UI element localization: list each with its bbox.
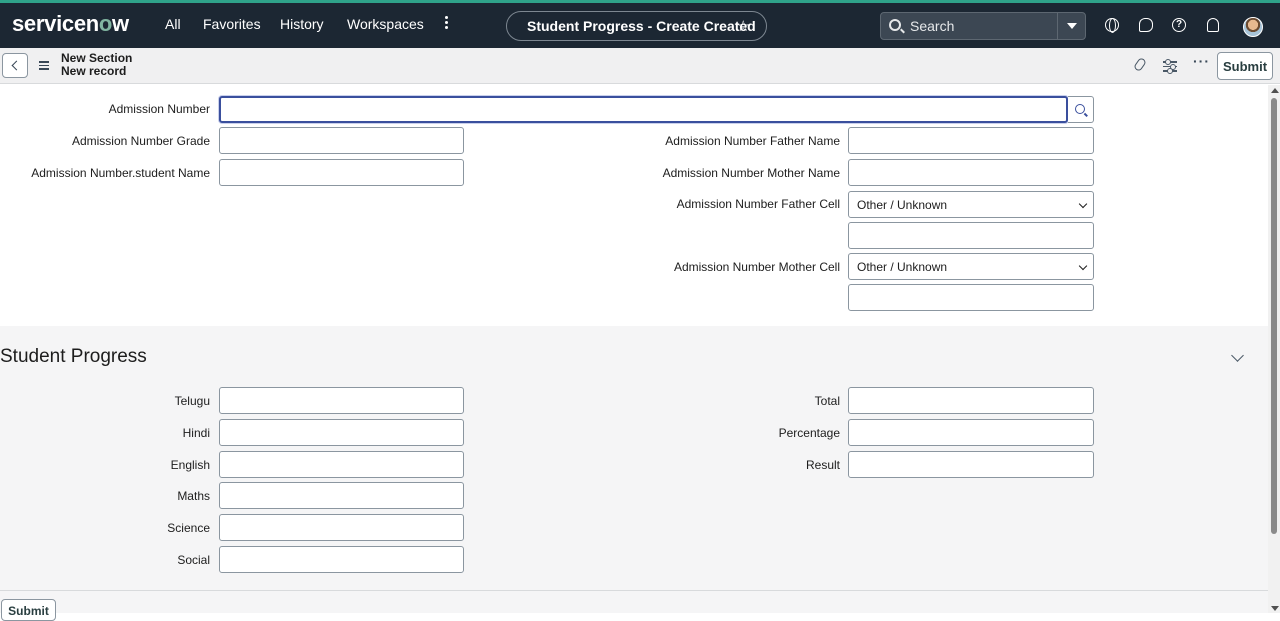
collapse-chevron-icon[interactable]: [1231, 349, 1244, 362]
global-search[interactable]: Search: [880, 12, 1086, 40]
student-progress-section: Student Progress Telugu Hindi English Ma…: [0, 326, 1268, 621]
servicenow-logo[interactable]: servicenow: [12, 11, 129, 37]
paperclip-icon[interactable]: [1132, 56, 1148, 73]
grade-input[interactable]: [219, 127, 464, 154]
admission-number-input[interactable]: [219, 96, 1068, 123]
bell-icon[interactable]: [1207, 18, 1219, 32]
mother-cell-label: Admission Number Mother Cell: [673, 260, 840, 274]
mother-cell-input[interactable]: [848, 284, 1094, 311]
percentage-label: Percentage: [778, 426, 840, 440]
hindi-input[interactable]: [219, 419, 464, 446]
hindi-label: Hindi: [182, 426, 210, 440]
settings-sliders-icon[interactable]: [1163, 59, 1177, 75]
globe-icon[interactable]: [1105, 18, 1119, 33]
scroll-up-icon[interactable]: [1271, 88, 1279, 93]
more-menu-icon[interactable]: [441, 14, 451, 34]
social-input[interactable]: [219, 546, 464, 573]
social-label: Social: [177, 553, 210, 567]
form-header: New Section New record ··· Submit: [0, 48, 1280, 84]
student-name-label: Admission Number.student Name: [31, 166, 210, 180]
total-input[interactable]: [848, 387, 1094, 414]
student-name-input[interactable]: [219, 159, 464, 186]
percentage-input[interactable]: [848, 419, 1094, 446]
search-icon: [889, 19, 901, 31]
father-cell-select[interactable]: Other / Unknown: [848, 191, 1094, 218]
telugu-label: Telugu: [174, 394, 210, 408]
hamburger-icon[interactable]: [39, 61, 49, 72]
section-title: New Section: [61, 51, 133, 65]
help-icon[interactable]: ?: [1172, 18, 1186, 32]
english-label: English: [170, 458, 210, 472]
grade-label: Admission Number Grade: [71, 134, 210, 148]
mother-name-label: Admission Number Mother Name: [662, 166, 840, 180]
avatar[interactable]: [1243, 17, 1263, 37]
mother-cell-selected: Other / Unknown: [857, 260, 948, 274]
nav-workspaces[interactable]: Workspaces: [347, 16, 424, 32]
search-placeholder: Search: [910, 18, 955, 34]
nav-history[interactable]: History: [280, 16, 324, 32]
admission-number-label: Admission Number: [108, 102, 210, 116]
scroll-down-icon[interactable]: [1271, 606, 1279, 611]
more-actions-icon[interactable]: ···: [1193, 53, 1209, 69]
result-label: Result: [805, 458, 840, 472]
star-icon[interactable]: ☆: [737, 17, 750, 35]
chat-icon[interactable]: [1139, 18, 1153, 32]
section-heading: Student Progress: [0, 346, 147, 367]
father-name-label: Admission Number Father Name: [665, 134, 840, 148]
telugu-input[interactable]: [219, 387, 464, 414]
divider: [0, 590, 1268, 591]
submit-button-top[interactable]: Submit: [1217, 52, 1273, 80]
scroll-thumb[interactable]: [1271, 98, 1277, 534]
science-input[interactable]: [219, 514, 464, 541]
record-title-pill[interactable]: Student Progress - Create Created ☆: [506, 11, 767, 41]
result-input[interactable]: [848, 451, 1094, 478]
search-dropdown-icon[interactable]: [1057, 13, 1085, 39]
father-cell-label: Admission Number Father Cell: [676, 197, 840, 211]
record-form: Admission Number Admission Number Grade …: [0, 85, 1268, 326]
back-button[interactable]: [2, 53, 28, 78]
mother-cell-select[interactable]: Other / Unknown: [848, 253, 1094, 280]
english-input[interactable]: [219, 451, 464, 478]
father-cell-selected: Other / Unknown: [857, 198, 948, 212]
submit-button-bottom[interactable]: Submit: [1, 599, 56, 621]
total-label: Total: [814, 394, 840, 408]
nav-all[interactable]: All: [165, 16, 181, 32]
father-name-input[interactable]: [848, 127, 1094, 154]
maths-label: Maths: [177, 489, 210, 503]
record-title: Student Progress - Create Created: [527, 18, 756, 34]
mother-name-input[interactable]: [848, 159, 1094, 186]
science-label: Science: [167, 521, 210, 535]
father-cell-input[interactable]: [848, 222, 1094, 249]
nav-favorites[interactable]: Favorites: [203, 16, 261, 32]
top-navigation: servicenow All Favorites History Workspa…: [0, 0, 1280, 48]
lookup-search-icon[interactable]: [1068, 96, 1094, 123]
maths-input[interactable]: [219, 482, 464, 509]
scrollbar[interactable]: [1268, 85, 1280, 613]
record-subtitle: New record: [61, 64, 127, 78]
